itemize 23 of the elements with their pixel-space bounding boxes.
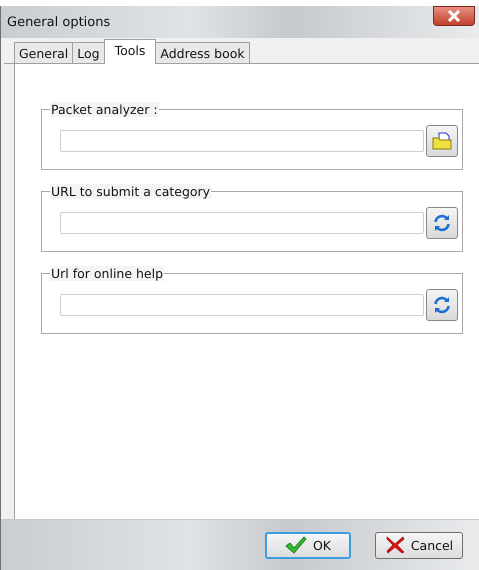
tab[interactable]: Address book [155,42,250,63]
refresh-button[interactable] [426,207,458,239]
tab[interactable]: Tools [104,39,156,64]
checkmark-icon [284,536,307,554]
group-label: Url for online help [50,266,164,281]
browse-button[interactable] [426,125,458,157]
window-title: General options [7,14,110,30]
input-field[interactable] [60,294,424,316]
refresh-button[interactable] [426,289,458,321]
close-button[interactable] [433,6,475,26]
tab[interactable]: Log [72,42,105,63]
input-field[interactable] [60,212,424,234]
group-label: URL to submit a category [50,184,212,199]
input-field[interactable] [60,130,424,152]
tab[interactable]: General [14,42,74,63]
refresh-icon [432,295,452,315]
close-icon [447,10,461,22]
folder-icon [432,132,452,150]
group-label: Packet analyzer : [50,102,159,117]
cross-icon [384,536,405,554]
refresh-icon [432,213,452,233]
ok-button[interactable]: OK [265,532,351,558]
cancel-button[interactable]: Cancel [375,532,463,558]
